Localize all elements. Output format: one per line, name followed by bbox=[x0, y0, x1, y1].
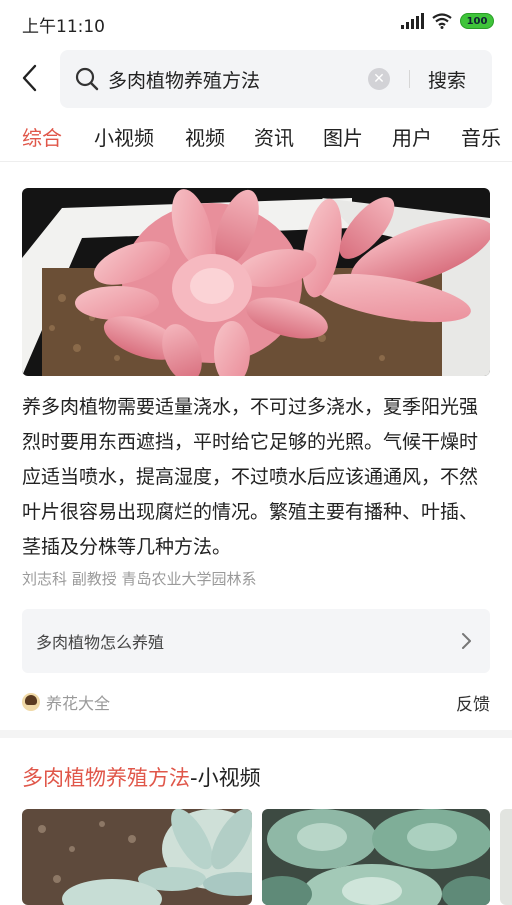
video-thumbnail[interactable] bbox=[22, 809, 252, 905]
status-bar: 上午11:10 100 bbox=[0, 0, 512, 48]
tab-music[interactable]: 音乐 bbox=[461, 122, 501, 151]
tab-images[interactable]: 图片 bbox=[323, 122, 363, 151]
tab-news[interactable]: 资讯 bbox=[254, 122, 294, 151]
video-section-title[interactable]: 多肉植物养殖方法-小视频 bbox=[22, 762, 261, 792]
status-icons: 100 bbox=[401, 13, 494, 29]
succulent-photo[interactable] bbox=[22, 188, 490, 376]
signal-icon bbox=[401, 13, 424, 29]
video-section-title-rest: -小视频 bbox=[190, 766, 261, 790]
clear-icon[interactable]: ✕ bbox=[368, 68, 390, 90]
tab-video[interactable]: 视频 bbox=[185, 122, 225, 151]
chevron-right-icon bbox=[462, 633, 471, 649]
search-icon bbox=[75, 67, 99, 91]
wifi-icon bbox=[432, 13, 452, 29]
battery-icon: 100 bbox=[460, 13, 494, 29]
related-question-label: 多肉植物怎么养殖 bbox=[36, 633, 165, 652]
tab-comprehensive[interactable]: 综合 bbox=[22, 122, 62, 151]
video-thumbnail[interactable] bbox=[500, 809, 512, 905]
tab-users[interactable]: 用户 bbox=[392, 122, 432, 151]
related-question[interactable]: 多肉植物怎么养殖 bbox=[22, 609, 490, 673]
answer-origin[interactable]: 养花大全 bbox=[22, 690, 110, 714]
search-button[interactable]: 搜索 bbox=[428, 66, 466, 93]
battery-level: 100 bbox=[466, 15, 488, 27]
search-input[interactable] bbox=[108, 50, 358, 108]
origin-label: 养花大全 bbox=[46, 694, 111, 713]
search-box[interactable]: ✕ 搜索 bbox=[60, 50, 492, 108]
search-header: ✕ 搜索 bbox=[0, 48, 512, 110]
result-tabs: 综合 小视频 视频 资讯 图片 用户 音乐 bbox=[0, 114, 512, 162]
origin-avatar bbox=[22, 693, 40, 711]
search-divider bbox=[409, 70, 410, 88]
section-divider bbox=[0, 730, 512, 738]
back-arrow-icon bbox=[22, 64, 37, 92]
video-section-title-highlight: 多肉植物养殖方法 bbox=[22, 766, 190, 790]
back-button[interactable] bbox=[14, 62, 46, 94]
status-time: 上午11:10 bbox=[22, 16, 105, 37]
feedback-button[interactable]: 反馈 bbox=[456, 690, 490, 715]
answer-source[interactable]: 刘志科 副教授 青岛农业大学园林系 bbox=[22, 568, 257, 589]
video-thumbnail[interactable] bbox=[262, 809, 490, 905]
tab-short-video[interactable]: 小视频 bbox=[94, 122, 154, 151]
answer-text: 养多肉植物需要适量浇水，不可过多浇水，夏季阳光强烈时要用东西遮挡，平时给它足够的… bbox=[22, 396, 479, 558]
